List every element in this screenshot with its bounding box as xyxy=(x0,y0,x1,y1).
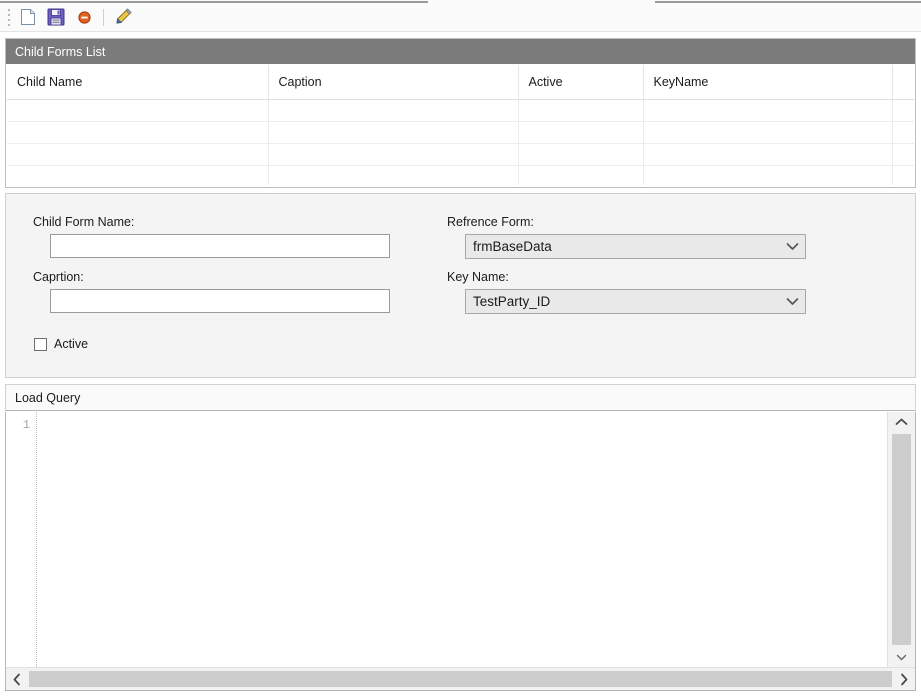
toolbar-separator xyxy=(103,8,104,26)
cell-active[interactable] xyxy=(518,121,644,144)
scroll-up-button[interactable] xyxy=(888,412,915,432)
cell-keyname[interactable] xyxy=(643,121,893,144)
child-forms-list-panel: Child Forms List Child Name Caption Acti… xyxy=(5,38,916,188)
caption-input[interactable] xyxy=(50,289,390,313)
column-header-child-name[interactable]: Child Name xyxy=(7,65,269,100)
cell-caption[interactable] xyxy=(268,99,519,122)
cell-active[interactable] xyxy=(518,99,644,122)
chevron-down-icon xyxy=(779,297,805,306)
delete-button[interactable] xyxy=(71,5,97,29)
cell-keyname[interactable] xyxy=(643,143,893,166)
cell-spacer xyxy=(892,99,914,122)
save-floppy-icon xyxy=(47,8,65,26)
horizontal-scroll-thumb[interactable] xyxy=(29,671,892,687)
cell-active[interactable] xyxy=(518,165,644,185)
chevron-up-icon xyxy=(895,418,908,425)
pencil-edit-icon xyxy=(116,8,132,24)
cell-spacer xyxy=(892,143,914,166)
column-header-spacer xyxy=(892,65,914,100)
child-form-name-input[interactable] xyxy=(50,234,390,258)
table-row[interactable] xyxy=(7,99,914,122)
delete-circle-icon xyxy=(77,10,91,24)
editor-horizontal-scrollbar[interactable] xyxy=(6,667,915,690)
cell-caption[interactable] xyxy=(268,121,519,144)
edit-button[interactable] xyxy=(111,5,137,29)
editor-gutter-divider xyxy=(36,412,37,667)
table-row[interactable] xyxy=(7,165,914,185)
editor-gutter: 1 xyxy=(6,412,36,667)
key-name-select[interactable]: TestParty_ID xyxy=(465,289,806,314)
table-row[interactable] xyxy=(7,143,914,166)
child-form-name-label: Child Form Name: xyxy=(33,215,135,229)
table-row[interactable] xyxy=(7,121,914,144)
column-header-caption[interactable]: Caption xyxy=(268,65,519,100)
editor-vertical-scrollbar[interactable] xyxy=(887,412,915,667)
chevron-down-icon xyxy=(779,242,805,251)
toolbar-grip-handle[interactable] xyxy=(4,8,13,26)
save-button[interactable] xyxy=(43,5,69,29)
cell-spacer xyxy=(892,121,914,144)
reference-form-label: Refrence Form: xyxy=(447,215,534,229)
cell-caption[interactable] xyxy=(268,143,519,166)
load-query-code-text[interactable] xyxy=(42,417,882,662)
new-document-icon xyxy=(20,9,35,25)
cell-keyname[interactable] xyxy=(643,165,893,185)
cell-keyname[interactable] xyxy=(643,99,893,122)
column-header-keyname[interactable]: KeyName xyxy=(643,65,893,100)
child-form-detail-panel: Child Form Name: Caprtion: Refrence Form… xyxy=(5,193,916,378)
cell-caption[interactable] xyxy=(268,165,519,185)
cell-active[interactable] xyxy=(518,143,644,166)
reference-form-value: frmBaseData xyxy=(473,239,552,254)
chevron-down-icon xyxy=(896,654,907,660)
load-query-header: Load Query xyxy=(5,384,916,411)
cell-child-name[interactable] xyxy=(7,143,269,166)
new-document-button[interactable] xyxy=(15,5,41,29)
reference-form-select[interactable]: frmBaseData xyxy=(465,234,806,259)
child-forms-table: Child Name Caption Active KeyName xyxy=(7,65,914,185)
load-query-editor-panel: 1 xyxy=(5,412,916,691)
active-checkbox-label: Active xyxy=(54,337,89,351)
child-forms-list-caption: Child Forms List xyxy=(6,39,915,64)
cell-spacer xyxy=(892,165,914,185)
vertical-scroll-thumb[interactable] xyxy=(892,434,911,645)
active-checkbox[interactable] xyxy=(34,337,47,351)
cell-child-name[interactable] xyxy=(7,99,269,122)
scroll-right-button[interactable] xyxy=(893,668,915,690)
key-name-label: Key Name: xyxy=(447,270,509,284)
cell-child-name[interactable] xyxy=(7,165,269,185)
line-number: 1 xyxy=(22,418,30,432)
load-query-editor-surface[interactable]: 1 xyxy=(6,412,888,667)
cell-child-name[interactable] xyxy=(7,121,269,144)
active-checkbox-row[interactable]: Active xyxy=(34,337,88,351)
scroll-left-button[interactable] xyxy=(6,668,28,690)
scroll-down-button[interactable] xyxy=(888,647,915,667)
caption-label: Caprtion: xyxy=(33,270,84,284)
chevron-right-icon xyxy=(901,673,908,685)
chevron-left-icon xyxy=(13,673,20,685)
table-header-row: Child Name Caption Active KeyName xyxy=(7,65,914,100)
column-header-active[interactable]: Active xyxy=(518,65,644,100)
key-name-value: TestParty_ID xyxy=(473,294,551,309)
child-forms-grid[interactable]: Child Name Caption Active KeyName xyxy=(7,65,914,185)
toolbar xyxy=(0,3,921,32)
